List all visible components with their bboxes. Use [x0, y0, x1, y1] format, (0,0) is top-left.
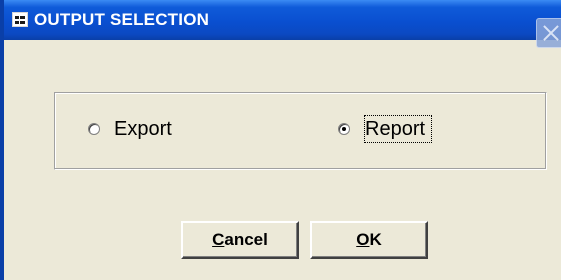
- close-icon[interactable]: [536, 18, 561, 48]
- ok-button[interactable]: OK: [310, 221, 428, 259]
- radio-export-circle[interactable]: [88, 123, 100, 135]
- cancel-button[interactable]: Cancel: [181, 221, 299, 259]
- window-title: OUTPUT SELECTION: [34, 10, 210, 29]
- output-selection-dialog: OUTPUT SELECTION Export Report Cancel OK: [0, 0, 561, 280]
- title-bar[interactable]: OUTPUT SELECTION: [4, 0, 561, 40]
- form-icon: [12, 12, 28, 27]
- ok-label-rest: K: [369, 230, 382, 249]
- radio-report-label: Report: [364, 115, 433, 143]
- cancel-mnemonic: C: [212, 230, 225, 249]
- radio-report-circle[interactable]: [338, 123, 350, 135]
- radio-export[interactable]: Export: [88, 115, 172, 143]
- ok-mnemonic: O: [356, 230, 370, 249]
- radio-export-label: Export: [114, 117, 172, 140]
- cancel-label-rest: ancel: [224, 230, 268, 249]
- radio-report[interactable]: Report: [338, 115, 433, 143]
